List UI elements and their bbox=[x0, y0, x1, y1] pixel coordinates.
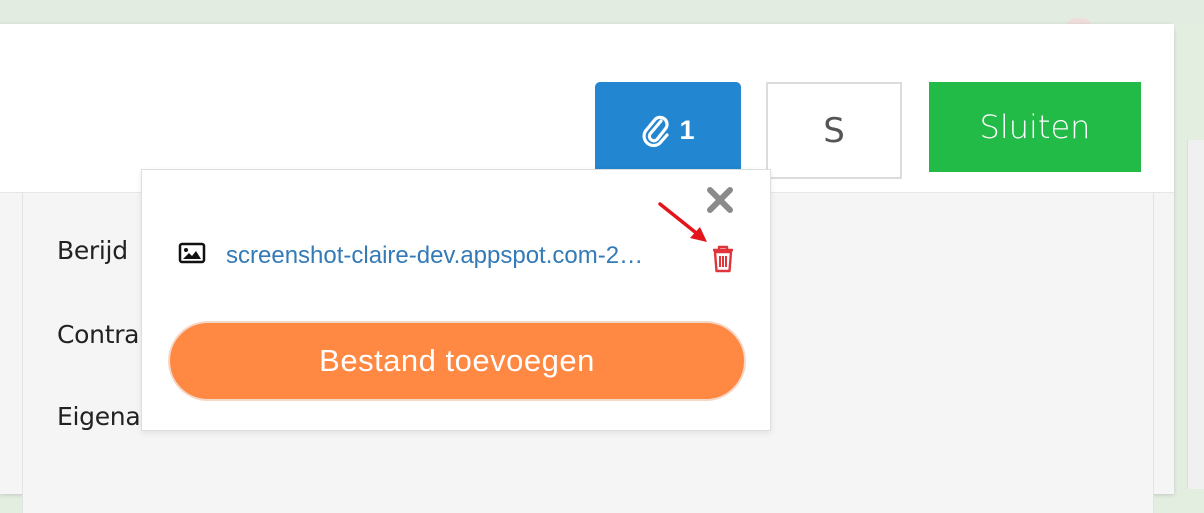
close-modal-label: Sluiten bbox=[979, 108, 1091, 146]
modal-header: 1 S Sluiten bbox=[0, 24, 1174, 193]
paperclip-icon bbox=[642, 115, 670, 147]
background-band bbox=[0, 0, 1204, 24]
field-label-contract: Contra bbox=[57, 320, 140, 349]
page-scroll-edge bbox=[1187, 140, 1204, 489]
attachments-popover: screenshot-claire-dev.appspot.com-2… Bes… bbox=[141, 169, 771, 431]
attachments-button[interactable]: 1 bbox=[595, 82, 741, 179]
add-file-button[interactable]: Bestand toevoegen bbox=[168, 321, 746, 401]
attachments-count: 1 bbox=[679, 115, 695, 145]
image-icon bbox=[178, 242, 206, 264]
close-modal-button[interactable]: Sluiten bbox=[929, 82, 1141, 172]
attachment-link[interactable]: screenshot-claire-dev.appspot.com-2… bbox=[226, 240, 696, 272]
s-button[interactable]: S bbox=[766, 82, 902, 179]
field-label-berijder: Berijd bbox=[57, 236, 128, 265]
s-button-label: S bbox=[823, 110, 845, 151]
field-label-eigenaar: Eigena bbox=[57, 402, 141, 431]
add-file-label: Bestand toevoegen bbox=[319, 343, 595, 378]
annotation-arrow bbox=[658, 202, 707, 242]
